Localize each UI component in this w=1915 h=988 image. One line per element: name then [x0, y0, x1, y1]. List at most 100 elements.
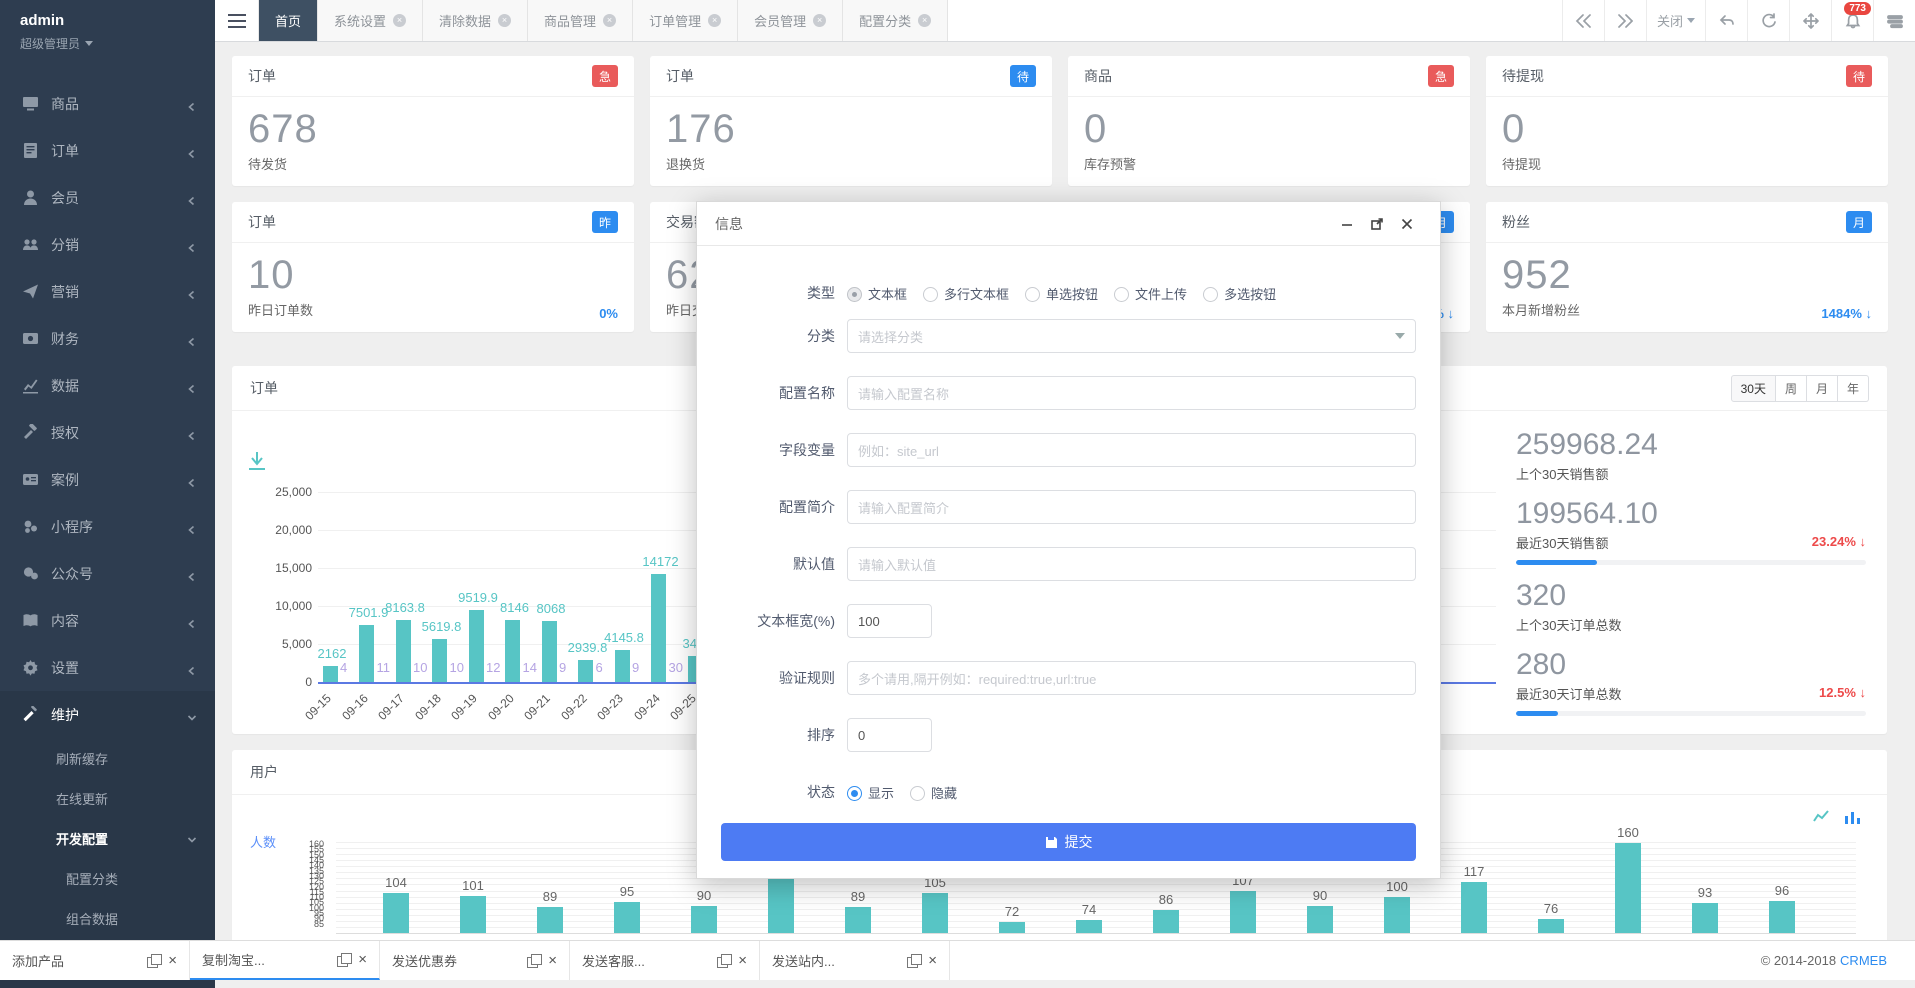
- close-icon[interactable]: ×: [358, 951, 367, 968]
- user-bar: [1538, 919, 1564, 933]
- sidebar-item-维护[interactable]: 维护: [0, 691, 215, 738]
- tab-close-icon[interactable]: ×: [813, 14, 826, 27]
- sidebar-item-营销[interactable]: 营销: [0, 268, 215, 315]
- card-header: 订单急: [232, 56, 634, 97]
- sidebar-item-授权[interactable]: 授权: [0, 409, 215, 456]
- undo-icon[interactable]: [1705, 0, 1747, 41]
- close-icon[interactable]: ×: [548, 952, 557, 969]
- tab-会员管理[interactable]: 会员管理×: [738, 0, 843, 41]
- tab-商品管理[interactable]: 商品管理×: [528, 0, 633, 41]
- close-icon[interactable]: ×: [738, 952, 747, 969]
- sidebar-item-商品[interactable]: 商品: [0, 80, 215, 127]
- copy-window-icon[interactable]: [717, 954, 730, 967]
- sidebar-item-数据[interactable]: 数据: [0, 362, 215, 409]
- radio-文件上传[interactable]: 文件上传: [1114, 284, 1187, 303]
- forward-icon[interactable]: [1604, 0, 1646, 41]
- taskbar-item-发送站内...[interactable]: 发送站内...×: [760, 941, 950, 980]
- radio-显示[interactable]: 显示: [847, 783, 894, 802]
- tab-首页[interactable]: 首页: [259, 0, 318, 41]
- sidebar-item-小程序[interactable]: 小程序: [0, 503, 215, 550]
- period-button-年[interactable]: 年: [1838, 375, 1869, 402]
- sidebar-menu: 商品订单会员分销营销财务数据授权案例小程序公众号内容设置维护刷新缓存在线更新开发…: [0, 80, 215, 988]
- tab-close-icon[interactable]: ×: [603, 14, 616, 27]
- submit-button[interactable]: 提交: [721, 823, 1416, 861]
- copy-window-icon[interactable]: [907, 954, 920, 967]
- brand-link[interactable]: CRMEB: [1840, 953, 1887, 968]
- stat-label: 上个30天订单总数: [1516, 615, 1866, 634]
- sidebar-item-案例[interactable]: 案例: [0, 456, 215, 503]
- role-dropdown[interactable]: 超级管理员: [20, 35, 215, 52]
- fullscreen-icon[interactable]: [1789, 0, 1831, 41]
- refresh-icon[interactable]: [1747, 0, 1789, 41]
- bell-icon[interactable]: 773: [1831, 0, 1873, 41]
- taskbar-item-复制淘宝...[interactable]: 复制淘宝...×: [190, 941, 380, 980]
- taskbar-item-发送优惠券[interactable]: 发送优惠券×: [380, 941, 570, 980]
- period-button-月[interactable]: 月: [1807, 375, 1838, 402]
- sidebar-item-设置[interactable]: 设置: [0, 644, 215, 691]
- minimize-icon[interactable]: [1332, 202, 1362, 245]
- close-dropdown[interactable]: 关闭: [1646, 0, 1705, 41]
- sidebar-item-分销[interactable]: 分销: [0, 221, 215, 268]
- card-badge: 急: [592, 65, 618, 87]
- chevron-left-icon: [187, 428, 197, 438]
- taskbar-items: 添加产品×复制淘宝...×发送优惠券×发送客服...×发送站内...×: [0, 941, 950, 980]
- input-排序[interactable]: 0: [847, 718, 932, 752]
- sidebar-subitem-配置分类[interactable]: 配置分类: [0, 858, 215, 898]
- sidebar-item-订单[interactable]: 订单: [0, 127, 215, 174]
- tab-close-icon[interactable]: ×: [498, 14, 511, 27]
- radio-单选按钮[interactable]: 单选按钮: [1025, 284, 1098, 303]
- sidebar-subitem-刷新缓存[interactable]: 刷新缓存: [0, 738, 215, 778]
- card-body: 0库存预警: [1068, 97, 1470, 185]
- field-label: 字段变量: [697, 440, 835, 460]
- sidebar-item-会员[interactable]: 会员: [0, 174, 215, 221]
- input-字段变量[interactable]: 例如：site_url: [847, 433, 1416, 467]
- input-验证规则[interactable]: 多个请用,隔开例如：required:true,url:true: [847, 661, 1416, 695]
- copy-window-icon[interactable]: [527, 954, 540, 967]
- tab-系统设置[interactable]: 系统设置×: [318, 0, 423, 41]
- sidebar-subitem-在线更新[interactable]: 在线更新: [0, 778, 215, 818]
- hamburger-menu-icon[interactable]: [215, 0, 259, 41]
- input-配置名称[interactable]: 请输入配置名称: [847, 376, 1416, 410]
- maximize-icon[interactable]: [1362, 202, 1392, 245]
- list-icon[interactable]: [1873, 0, 1915, 41]
- backward-icon[interactable]: [1562, 0, 1604, 41]
- taskbar-item-添加产品[interactable]: 添加产品×: [0, 941, 190, 980]
- sidebar-subitem-开发配置[interactable]: 开发配置: [0, 818, 215, 858]
- user-bar: [691, 906, 717, 933]
- input-文本框宽(%)[interactable]: 100: [847, 604, 932, 638]
- tab-close-icon[interactable]: ×: [393, 14, 406, 27]
- radio-多选按钮[interactable]: 多选按钮: [1203, 284, 1276, 303]
- tab-清除数据[interactable]: 清除数据×: [423, 0, 528, 41]
- stat-progress-track: [1516, 711, 1866, 716]
- field-label: 状态: [697, 782, 835, 802]
- user-bar-value: 93: [1685, 885, 1725, 900]
- tab-close-icon[interactable]: ×: [918, 14, 931, 27]
- copy-window-icon[interactable]: [337, 953, 350, 966]
- tab-订单管理[interactable]: 订单管理×: [633, 0, 738, 41]
- sidebar-item-内容[interactable]: 内容: [0, 597, 215, 644]
- sidebar-item-财务[interactable]: 财务: [0, 315, 215, 362]
- close-icon[interactable]: ×: [168, 952, 177, 969]
- modal-header[interactable]: 信息: [697, 202, 1440, 246]
- tab-close-icon[interactable]: ×: [708, 14, 721, 27]
- period-button-30天[interactable]: 30天: [1731, 375, 1776, 402]
- radio-文本框[interactable]: 文本框: [847, 284, 907, 303]
- radio-隐藏[interactable]: 隐藏: [910, 783, 957, 802]
- sidebar-item-公众号[interactable]: 公众号: [0, 550, 215, 597]
- user-bar-value: 89: [530, 889, 570, 904]
- role-label: 超级管理员: [20, 35, 80, 52]
- taskbar-item-发送客服...[interactable]: 发送客服...×: [570, 941, 760, 980]
- close-icon[interactable]: ×: [928, 952, 937, 969]
- radio-多行文本框[interactable]: 多行文本框: [923, 284, 1009, 303]
- tab-配置分类[interactable]: 配置分类×: [843, 0, 948, 41]
- period-button-周[interactable]: 周: [1776, 375, 1807, 402]
- close-icon[interactable]: [1392, 202, 1422, 245]
- field-label: 类型: [697, 283, 835, 303]
- card-value: 678: [248, 107, 618, 152]
- input-默认值[interactable]: 请输入默认值: [847, 547, 1416, 581]
- sidebar-subitem-组合数据[interactable]: 组合数据: [0, 898, 215, 938]
- select-分类[interactable]: 请选择分类: [847, 319, 1416, 353]
- y-tick-label: 85: [290, 922, 324, 927]
- copy-window-icon[interactable]: [147, 954, 160, 967]
- input-配置简介[interactable]: 请输入配置简介: [847, 490, 1416, 524]
